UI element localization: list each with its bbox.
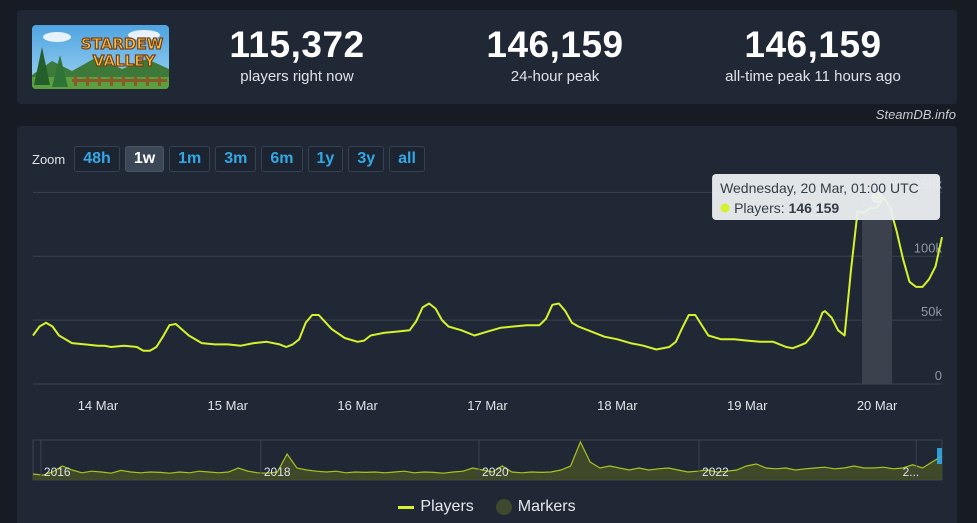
stat-24h-peak: 146,159 24-hour peak: [435, 24, 675, 85]
navigator-tick-label: 2018: [264, 465, 291, 479]
y-tick-label: 0: [935, 368, 942, 383]
legend-markers[interactable]: Markers: [495, 498, 576, 516]
navigator-tick-label: 2016: [44, 465, 71, 479]
navigator-tick-label: 2020: [482, 465, 509, 479]
legend-markers-swatch: [495, 499, 512, 515]
source-link[interactable]: SteamDB.info: [876, 107, 956, 122]
stat-alltime-peak-value: 146,159: [744, 24, 882, 65]
y-tick-label: 50k: [921, 304, 942, 319]
players-chart[interactable]: 050k100k150k14 Mar15 Mar16 Mar17 Mar18 M…: [17, 126, 957, 523]
tooltip-series-dot: [720, 203, 730, 213]
logo-text-line-2: VALLEY: [93, 52, 157, 70]
stat-current: 115,372 players right now: [177, 24, 417, 85]
x-tick-label: 20 Mar: [857, 398, 898, 413]
tooltip-date: Wednesday, 20 Mar, 01:00 UTC: [720, 180, 919, 196]
x-tick-label: 16 Mar: [337, 398, 378, 413]
stat-alltime-peak-label: all-time peak 11 hours ago: [725, 68, 901, 85]
navigator-tick-label: 2022: [702, 465, 729, 479]
x-tick-label: 18 Mar: [597, 398, 638, 413]
stat-24h-peak-label: 24-hour peak: [510, 68, 600, 85]
legend-players-swatch: [398, 505, 415, 509]
x-tick-label: 14 Mar: [78, 398, 119, 413]
navigator-handle: [937, 448, 942, 464]
stats-panel: STARDEW VALLEY 115,372 players right now…: [17, 10, 957, 104]
stat-current-label: players right now: [240, 68, 354, 85]
stat-alltime-peak: 146,159 all-time peak 11 hours ago: [693, 24, 933, 85]
stat-current-value: 115,372: [229, 24, 365, 65]
navigator-tick-label: 2...: [903, 465, 920, 479]
chart-legend: Players Markers: [17, 498, 957, 516]
players-series-line: [32, 196, 943, 352]
x-tick-label: 15 Mar: [208, 398, 249, 413]
legend-players[interactable]: Players: [398, 498, 474, 516]
chart-panel: Zoom 48h 1w 1m 3m 6m 1y 3y all 0 50k 100k 1…: [17, 126, 957, 523]
legend-players-label: Players: [420, 498, 474, 515]
x-tick-label: 19 Mar: [727, 398, 768, 413]
stat-24h-peak-value: 146,159: [486, 24, 624, 65]
legend-markers-label: Markers: [517, 498, 576, 515]
game-logo[interactable]: STARDEW VALLEY: [32, 25, 169, 89]
tooltip-series-text: Players: 146 159: [734, 200, 839, 216]
logo-text-line-1: STARDEW: [81, 35, 164, 53]
x-tick-label: 17 Mar: [467, 398, 508, 413]
